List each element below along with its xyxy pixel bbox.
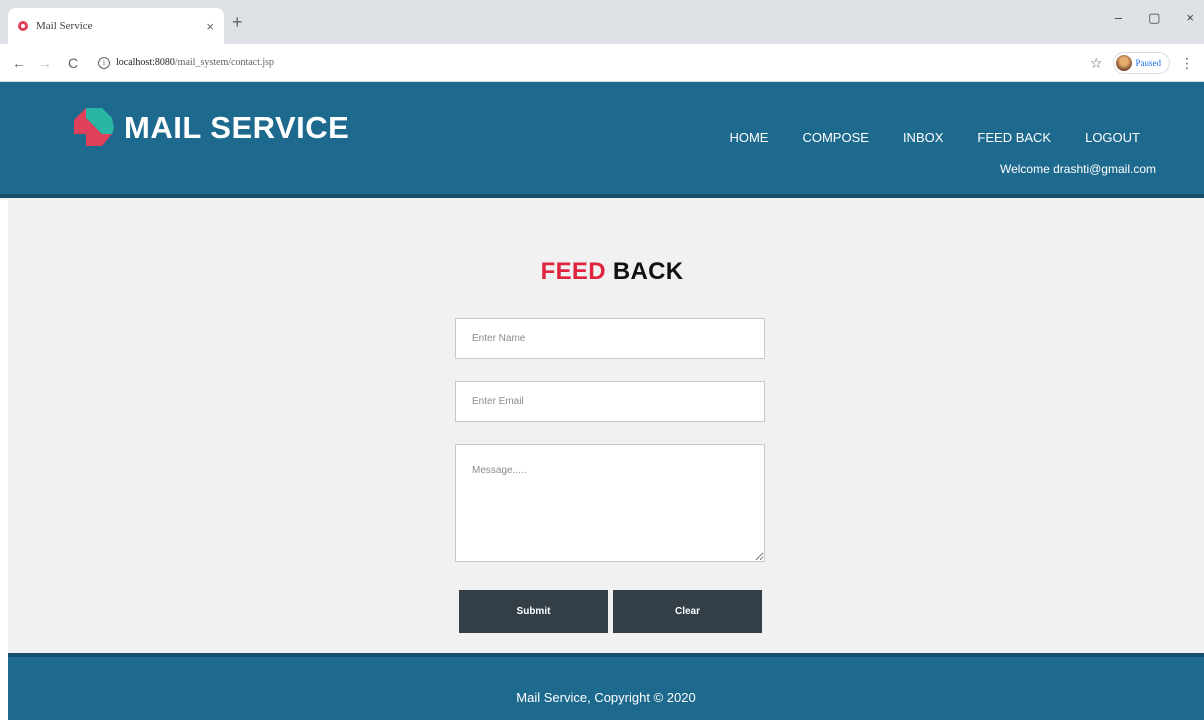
title-accent: FEED <box>540 258 606 285</box>
site-header: MAIL SERVICE HOME COMPOSE INBOX FEED BAC… <box>0 82 1204 198</box>
site-footer: Mail Service, Copyright © 2020 <box>8 653 1204 720</box>
browser-tab[interactable]: Mail Service × <box>8 8 224 44</box>
favicon-icon <box>18 21 28 31</box>
page-title: FEED BACK <box>0 258 1204 286</box>
avatar <box>1115 55 1132 71</box>
minimize-icon[interactable]: – <box>1115 10 1122 26</box>
profile-button[interactable]: Paused <box>1112 52 1170 74</box>
browser-tab-bar: Mail Service × + – ▢ × <box>0 0 1204 44</box>
nav-compose[interactable]: COMPOSE <box>802 130 868 145</box>
message-textarea[interactable] <box>455 444 765 562</box>
forward-arrow-icon[interactable]: → <box>34 55 56 71</box>
nav-inbox[interactable]: INBOX <box>903 130 943 145</box>
url-path: /mail_system/contact.jsp <box>174 57 275 68</box>
url-host: localhost:8080 <box>116 57 175 68</box>
main-nav: HOME COMPOSE INBOX FEED BACK LOGOUT <box>729 130 1140 145</box>
name-input[interactable] <box>455 318 765 359</box>
new-tab-icon[interactable]: + <box>232 12 243 33</box>
logo-text: MAIL SERVICE <box>124 110 350 145</box>
title-rest: BACK <box>605 258 684 285</box>
reload-icon[interactable]: C <box>62 55 84 71</box>
nav-logout[interactable]: LOGOUT <box>1085 130 1140 145</box>
close-window-icon[interactable]: × <box>1186 10 1194 26</box>
address-bar[interactable]: i localhost:8080/mail_system/contact.jsp <box>98 56 275 69</box>
nav-home[interactable]: HOME <box>729 130 768 145</box>
window-controls: – ▢ × <box>1115 10 1194 26</box>
submit-button[interactable]: Submit <box>459 590 608 633</box>
welcome-text: Welcome drashti@gmail.com <box>999 162 1156 176</box>
logo[interactable]: MAIL SERVICE <box>72 106 349 150</box>
tab-title: Mail Service <box>36 20 93 32</box>
footer-copyright: Mail Service, Copyright © 2020 <box>516 690 696 705</box>
toolbar-right: ☆ Paused ⋮ <box>1090 52 1194 74</box>
clear-button[interactable]: Clear <box>613 590 762 633</box>
menu-kebab-icon[interactable]: ⋮ <box>1180 55 1194 72</box>
nav-feedback[interactable]: FEED BACK <box>977 130 1051 145</box>
email-input[interactable] <box>455 381 765 422</box>
bookmark-star-icon[interactable]: ☆ <box>1090 55 1103 72</box>
maximize-icon[interactable]: ▢ <box>1148 10 1160 26</box>
browser-toolbar: ← → C i localhost:8080/mail_system/conta… <box>0 44 1204 82</box>
back-arrow-icon[interactable]: ← <box>8 55 30 71</box>
profile-label: Paused <box>1135 58 1162 68</box>
logo-icon <box>74 108 114 146</box>
tab-close-icon[interactable]: × <box>206 19 214 34</box>
info-icon[interactable]: i <box>98 56 110 69</box>
